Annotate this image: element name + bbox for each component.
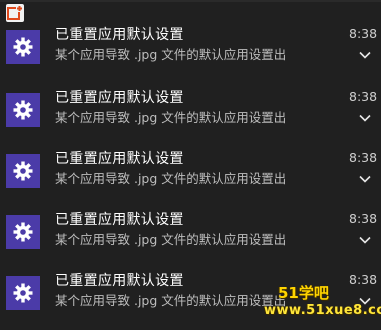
notification-item[interactable]: 已重置应用默认设置 某个应用导致 .jpg 文件的默认应用设置出 8:38 (0, 205, 381, 267)
notification-title: 已重置应用默认设置 (55, 90, 184, 106)
chevron-down-icon[interactable] (358, 48, 372, 62)
notification-item[interactable]: 已重置应用默认设置 某个应用导致 .jpg 文件的默认应用设置出 8:38 (0, 83, 381, 145)
notification-description: 某个应用导致 .jpg 文件的默认应用设置出 (55, 47, 287, 62)
watermark-title: 51学吧 (278, 284, 329, 302)
gear-icon (6, 93, 40, 127)
notification-title: 已重置应用默认设置 (55, 27, 184, 43)
notification-description: 某个应用导致 .jpg 文件的默认应用设置出 (55, 232, 287, 247)
watermark: 51学吧 www.51xue8.com (264, 282, 381, 324)
notification-title: 已重置应用默认设置 (55, 151, 184, 167)
chevron-down-icon[interactable] (358, 172, 372, 186)
notification-item[interactable]: 已重置应用默认设置 某个应用导致 .jpg 文件的默认应用设置出 8:38 (0, 144, 381, 206)
notification-time: 8:38 (349, 26, 378, 41)
notification-time: 8:38 (349, 211, 378, 226)
notification-time: 8:38 (349, 89, 378, 104)
gear-icon (6, 30, 40, 64)
gear-icon (6, 215, 40, 249)
notification-time: 8:38 (349, 150, 378, 165)
gear-icon (6, 154, 40, 188)
watermark-url: www.51xue8.com (264, 303, 381, 318)
notification-description: 某个应用导致 .jpg 文件的默认应用设置出 (55, 110, 287, 125)
panel-top-edge (0, 0, 381, 2)
notification-item[interactable]: 已重置应用默认设置 某个应用导致 .jpg 文件的默认应用设置出 8:38 (0, 20, 381, 82)
notification-title: 已重置应用默认设置 (55, 273, 184, 289)
notification-panel: 已重置应用默认设置 某个应用导致 .jpg 文件的默认应用设置出 8:38 已重… (0, 0, 381, 330)
gear-icon (6, 276, 40, 310)
notification-title: 已重置应用默认设置 (55, 212, 184, 228)
chevron-down-icon[interactable] (358, 111, 372, 125)
notification-description: 某个应用导致 .jpg 文件的默认应用设置出 (55, 171, 287, 186)
chevron-down-icon[interactable] (358, 233, 372, 247)
